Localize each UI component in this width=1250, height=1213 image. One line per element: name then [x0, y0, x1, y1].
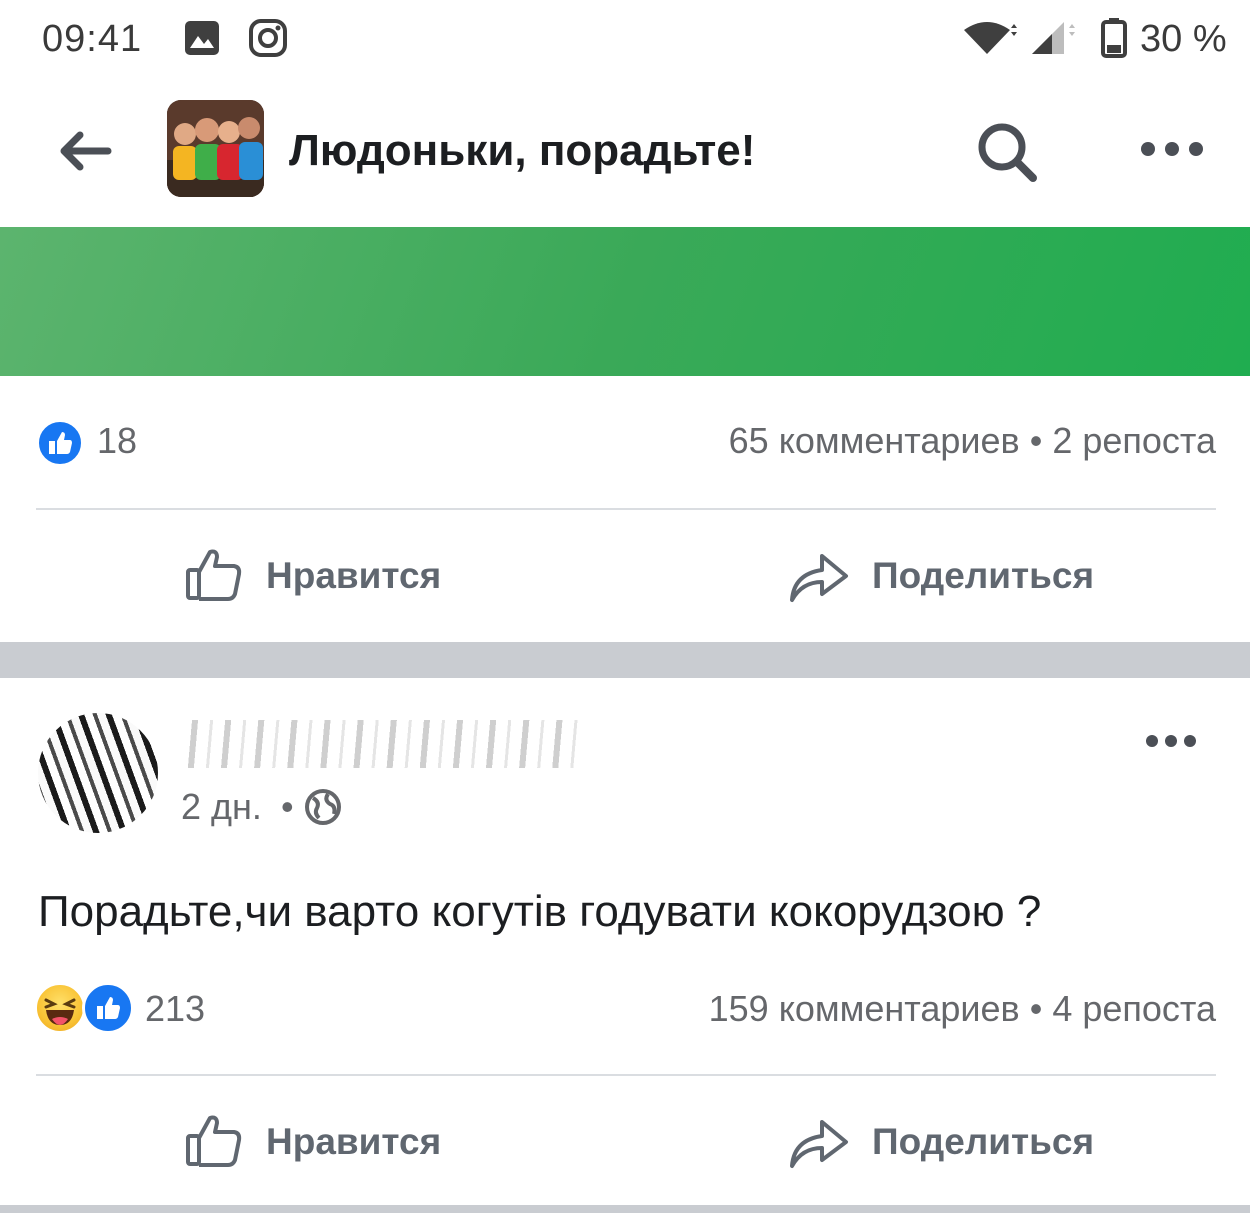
- divider: [36, 508, 1216, 510]
- battery-icon: [1101, 18, 1127, 63]
- post2-text: Порадьте,чи варто когутів годувати кокор…: [38, 887, 1042, 936]
- post1-comments-reposts[interactable]: 65 комментариев • 2 репоста: [729, 420, 1216, 462]
- post-more-icon[interactable]: [1145, 733, 1197, 754]
- share-label: Поделиться: [872, 1121, 1095, 1162]
- battery-percent: 30 %: [1140, 18, 1227, 60]
- more-icon[interactable]: [1140, 140, 1204, 163]
- gallery-icon: [184, 20, 220, 61]
- post-banner-image[interactable]: [0, 227, 1250, 376]
- like-label: Нравится: [266, 555, 442, 596]
- post2-comments-reposts[interactable]: 159 комментариев • 4 репоста: [709, 988, 1216, 1030]
- share-label: Поделиться: [872, 555, 1095, 596]
- separator-dot: •: [281, 786, 294, 827]
- post2-time[interactable]: 2 дн.: [181, 786, 262, 828]
- like-reaction-icon[interactable]: [36, 419, 84, 467]
- post1-comments[interactable]: 65 комментариев: [729, 420, 1020, 461]
- post1-share-button[interactable]: Поделиться: [788, 546, 1094, 606]
- thumbs-up-icon: [184, 544, 244, 609]
- post2-comments[interactable]: 159 комментариев: [709, 988, 1020, 1029]
- post2-stats: 213 159 комментариев • 4 репоста: [0, 980, 1250, 1040]
- status-time: 09:41: [42, 18, 143, 60]
- author-name-redacted[interactable]: [180, 720, 580, 768]
- share-arrow-icon: [788, 1110, 850, 1175]
- post2-reposts[interactable]: 4 репоста: [1052, 988, 1216, 1029]
- post1-stats: 18 65 комментариев • 2 репоста: [0, 412, 1250, 472]
- like-label: Нравится: [266, 1121, 442, 1162]
- instagram-icon: [249, 19, 287, 62]
- post1-reposts[interactable]: 2 репоста: [1052, 420, 1216, 461]
- wifi-icon: [962, 20, 1020, 61]
- separator-dot: •: [1029, 988, 1043, 1029]
- post2-reaction-count[interactable]: 213: [145, 988, 205, 1030]
- signal-icon: [1030, 20, 1082, 61]
- post2-share-button[interactable]: Поделиться: [788, 1112, 1094, 1172]
- group-avatar[interactable]: [167, 100, 264, 197]
- divider: [36, 1074, 1216, 1076]
- status-bar: 09:41 30 %: [0, 0, 1250, 78]
- feed-separator: [0, 642, 1250, 678]
- share-arrow-icon: [788, 544, 850, 609]
- post2-like-button[interactable]: Нравится: [184, 1112, 441, 1172]
- globe-icon: [304, 788, 342, 831]
- like-reaction-icon[interactable]: [82, 982, 134, 1034]
- feed-separator: [0, 1205, 1250, 1213]
- post1-like-button[interactable]: Нравится: [184, 546, 441, 606]
- group-header: Людоньки, порадьте!: [0, 78, 1250, 226]
- separator-dot: •: [1029, 420, 1043, 461]
- author-avatar[interactable]: [38, 713, 158, 833]
- search-icon[interactable]: [975, 120, 1039, 189]
- group-title: Людоньки, порадьте!: [289, 126, 756, 175]
- haha-reaction-icon[interactable]: [34, 982, 86, 1034]
- post1-reaction-count[interactable]: 18: [97, 420, 137, 462]
- back-arrow-icon[interactable]: [56, 131, 112, 176]
- thumbs-up-icon: [184, 1110, 244, 1175]
